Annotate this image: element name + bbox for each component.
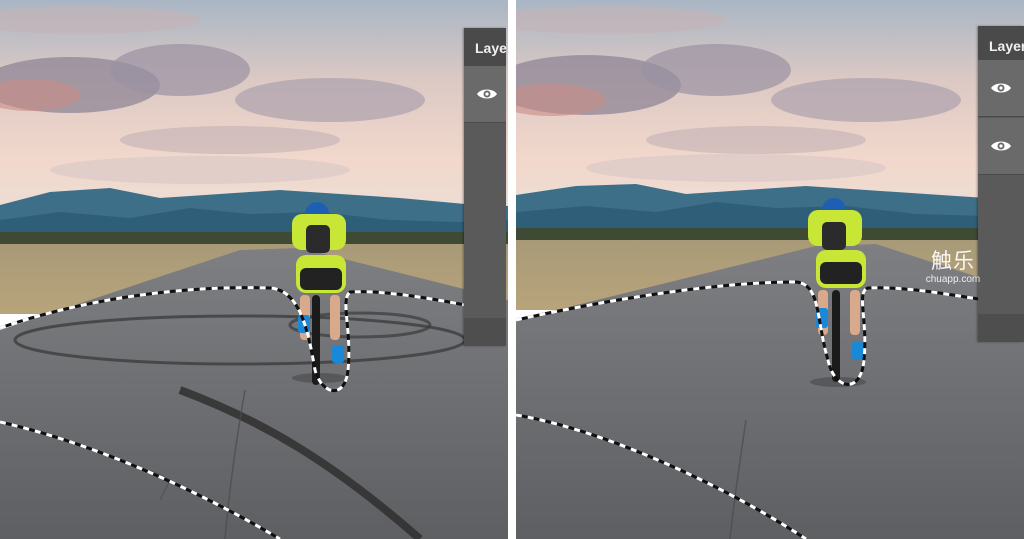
eye-icon[interactable] — [990, 136, 1012, 156]
panel-footer — [464, 318, 506, 346]
panel-footer — [978, 314, 1024, 342]
layer-visibility-toggle[interactable] — [464, 66, 506, 123]
canvas-left: Layers — [0, 0, 508, 539]
layers-panel-title: Layers — [464, 28, 506, 66]
layers-panel-title: Layers — [978, 26, 1024, 64]
photo-scene-left — [0, 0, 508, 539]
layers-panel[interactable]: Layers — [464, 28, 506, 346]
layers-panel[interactable]: Layers — [978, 26, 1024, 342]
layer-visibility-toggle[interactable] — [978, 118, 1024, 175]
eye-icon[interactable] — [990, 78, 1012, 98]
watermark-url: chuapp.com — [925, 274, 981, 285]
eye-icon[interactable] — [476, 84, 498, 104]
watermark-logo: 触乐 — [931, 249, 975, 273]
layer-visibility-toggle[interactable] — [978, 60, 1024, 117]
watermark: 触乐 chuapp.com — [922, 248, 984, 296]
